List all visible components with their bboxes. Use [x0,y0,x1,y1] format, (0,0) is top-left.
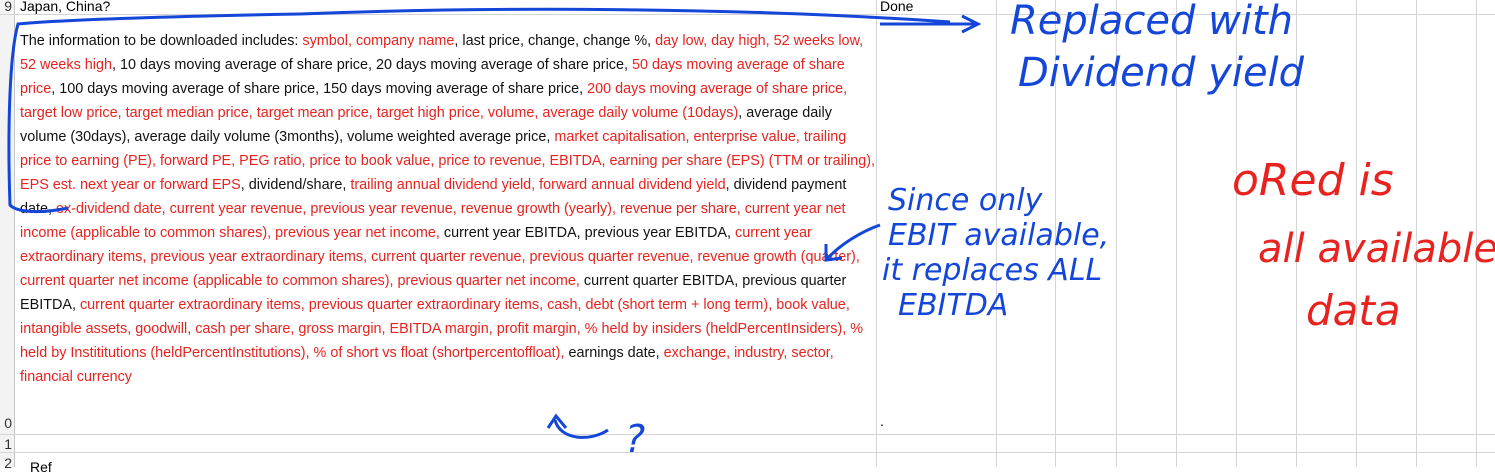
info-cell[interactable]: The information to be downloaded include… [20,29,876,389]
gridline [1055,0,1056,467]
unavailable-data-text: earnings date, [568,345,664,361]
gridline [876,0,877,467]
gridline [1416,0,1417,467]
unavailable-data-text: The information to be downloaded include… [20,33,303,49]
cell-done[interactable]: Done [880,0,913,14]
cell-japan-china[interactable]: Japan, China? [20,0,110,14]
gridline [1236,0,1237,467]
gridline [996,0,997,467]
gridline [0,434,1495,435]
cell-ref-partial[interactable]: Ref [30,459,52,475]
row-number[interactable]: 0 [0,415,12,431]
available-data-text: symbol, company name [302,33,455,49]
gridline [1176,0,1177,467]
gridline [0,452,1495,453]
gridline [1296,0,1297,467]
available-data-text: trailing annual dividend yield, forward … [350,177,726,193]
gridline [1356,0,1357,467]
gridline [1116,0,1117,467]
spreadsheet: 9 0 1 2 Japan, China? Done The informati… [0,0,1495,475]
row-header-border [14,0,15,467]
unavailable-data-text: , 10 days moving average of share price,… [112,57,632,73]
gridline [0,14,1495,15]
unavailable-data-text: current year EBITDA, previous year EBITD… [443,225,736,241]
cell-dot[interactable]: . [880,413,884,429]
unavailable-data-text: , 100 days moving average of share price… [51,81,588,97]
row-number[interactable]: 2 [0,455,12,471]
unavailable-data-text: , dividend/share, [240,177,351,193]
gridline [1476,0,1477,467]
row-number[interactable]: 1 [0,436,12,452]
unavailable-data-text: , last price, change, change %, [454,33,656,49]
row-header-column [0,0,14,467]
row-number[interactable]: 9 [0,0,12,14]
